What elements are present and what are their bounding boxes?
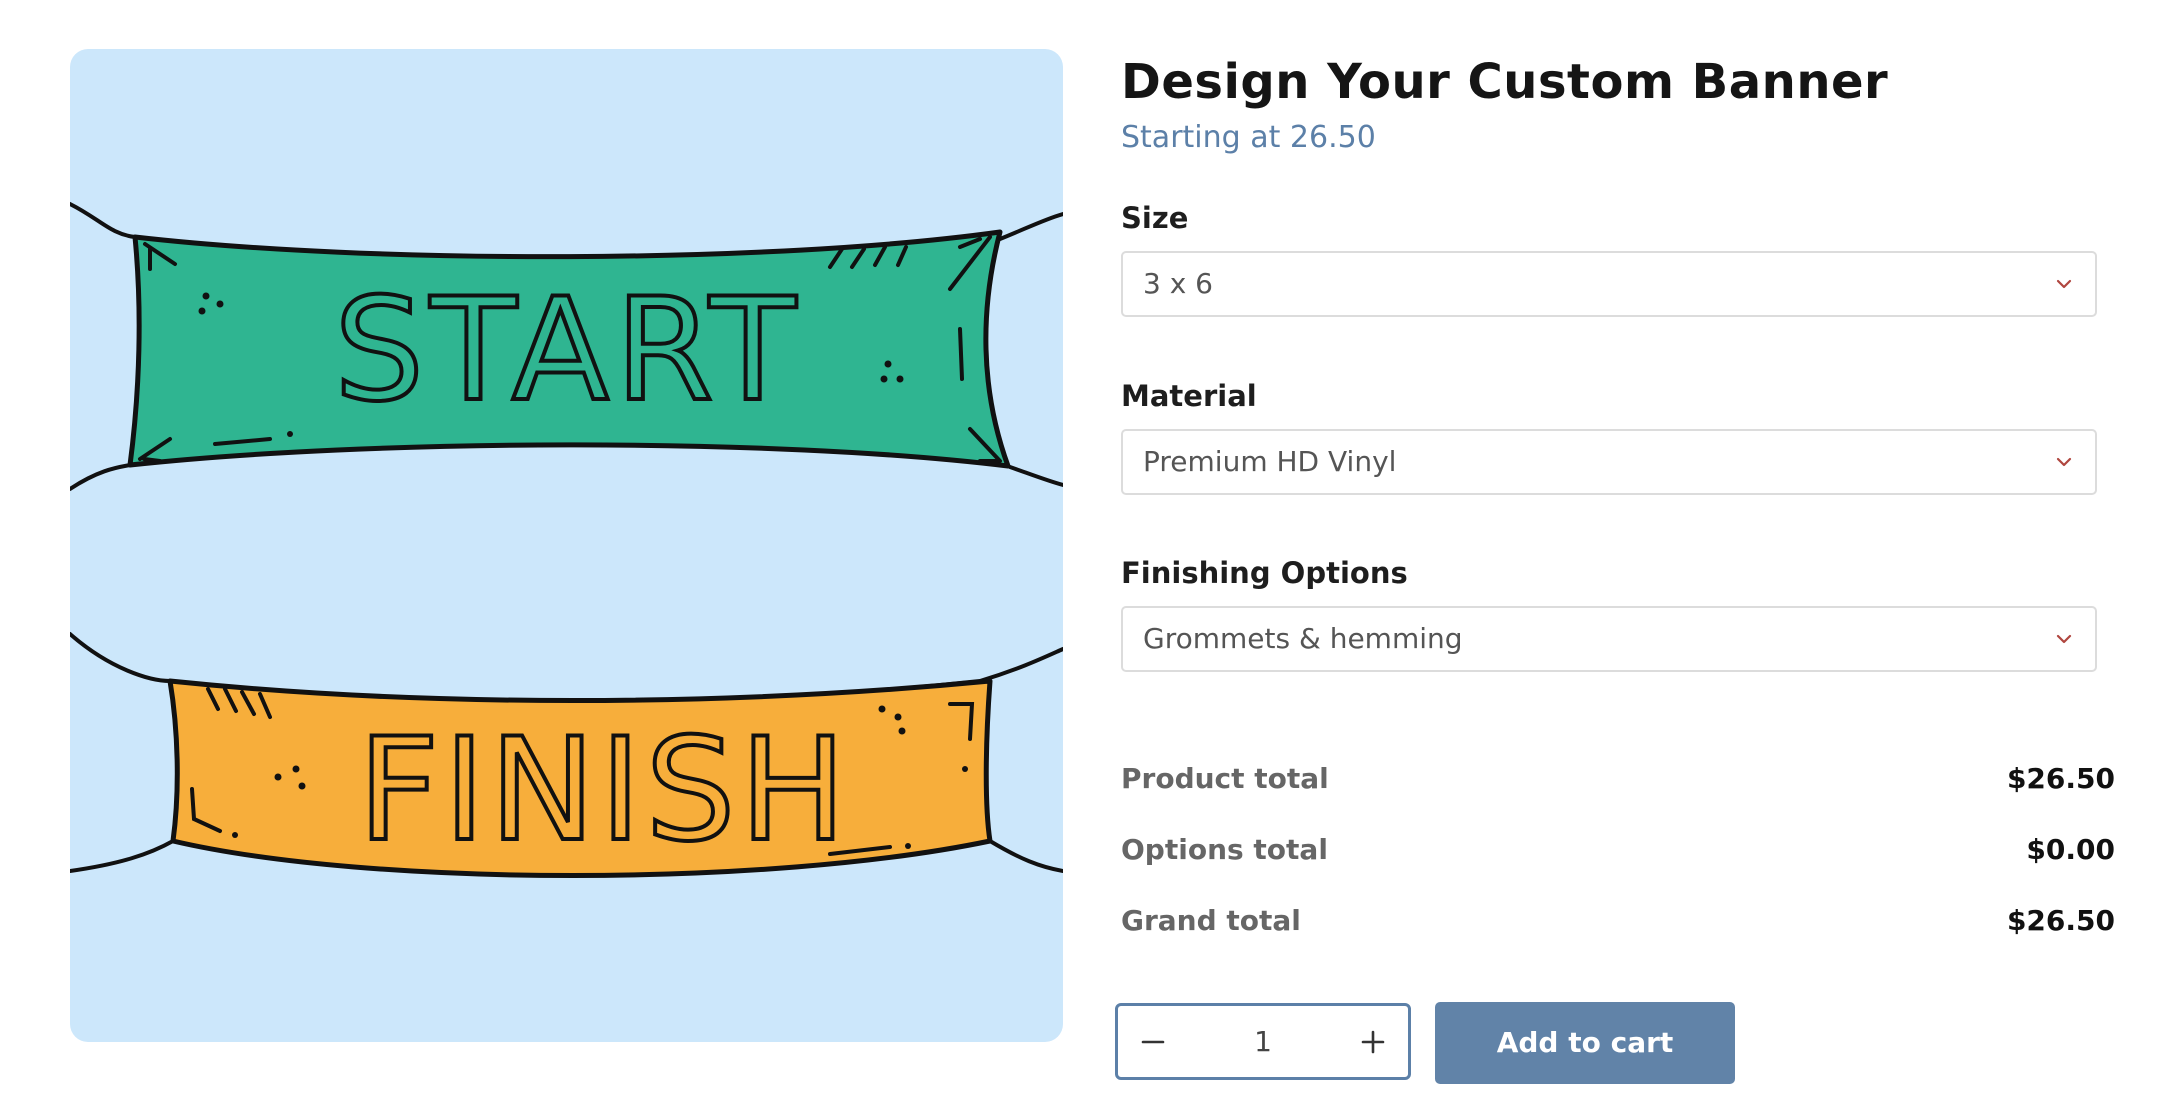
minus-icon <box>1141 1040 1165 1043</box>
grand-total-value: $26.50 <box>2006 904 2115 937</box>
add-to-cart-button[interactable]: Add to cart <box>1435 1002 1735 1084</box>
chevron-down-icon <box>2056 279 2072 289</box>
material-select[interactable]: Premium HD Vinyl <box>1121 429 2097 495</box>
increment-button[interactable] <box>1338 1006 1408 1077</box>
product-title: Design Your Custom Banner <box>1121 54 1889 110</box>
size-select[interactable]: 3 x 6 <box>1121 251 2097 317</box>
quantity-value[interactable]: 1 <box>1188 1006 1338 1077</box>
finishing-options-select-value: Grommets & hemming <box>1143 622 1463 655</box>
material-select-value: Premium HD Vinyl <box>1143 445 1397 478</box>
plus-icon <box>1361 1030 1385 1053</box>
banner-top-text: START <box>334 268 802 433</box>
product-total-label: Product total <box>1121 762 1329 795</box>
grand-total-label: Grand total <box>1121 904 1301 937</box>
product-image: START FINISH <box>70 49 1063 1042</box>
options-total-value: $0.00 <box>2026 833 2115 866</box>
grand-total-row: Grand total $26.50 <box>1121 899 2115 943</box>
product-total-row: Product total $26.50 <box>1121 757 2115 801</box>
options-total-row: Options total $0.00 <box>1121 828 2115 872</box>
options-total-label: Options total <box>1121 833 1328 866</box>
size-select-value: 3 x 6 <box>1143 267 1213 300</box>
finishing-options-label: Finishing Options <box>1121 556 1408 590</box>
material-label: Material <box>1121 379 1257 413</box>
quantity-stepper[interactable]: 1 <box>1115 1003 1411 1080</box>
finishing-options-select[interactable]: Grommets & hemming <box>1121 606 2097 672</box>
chevron-down-icon <box>2056 634 2072 644</box>
banner-bottom-text: FINISH <box>358 708 851 873</box>
size-label: Size <box>1121 201 1189 235</box>
product-total-value: $26.50 <box>2006 762 2115 795</box>
chevron-down-icon <box>2056 457 2072 467</box>
product-info: Design Your Custom Banner Starting at 26… <box>1115 0 2115 1114</box>
decrement-button[interactable] <box>1118 1006 1188 1077</box>
starting-price: Starting at 26.50 <box>1121 120 1376 155</box>
